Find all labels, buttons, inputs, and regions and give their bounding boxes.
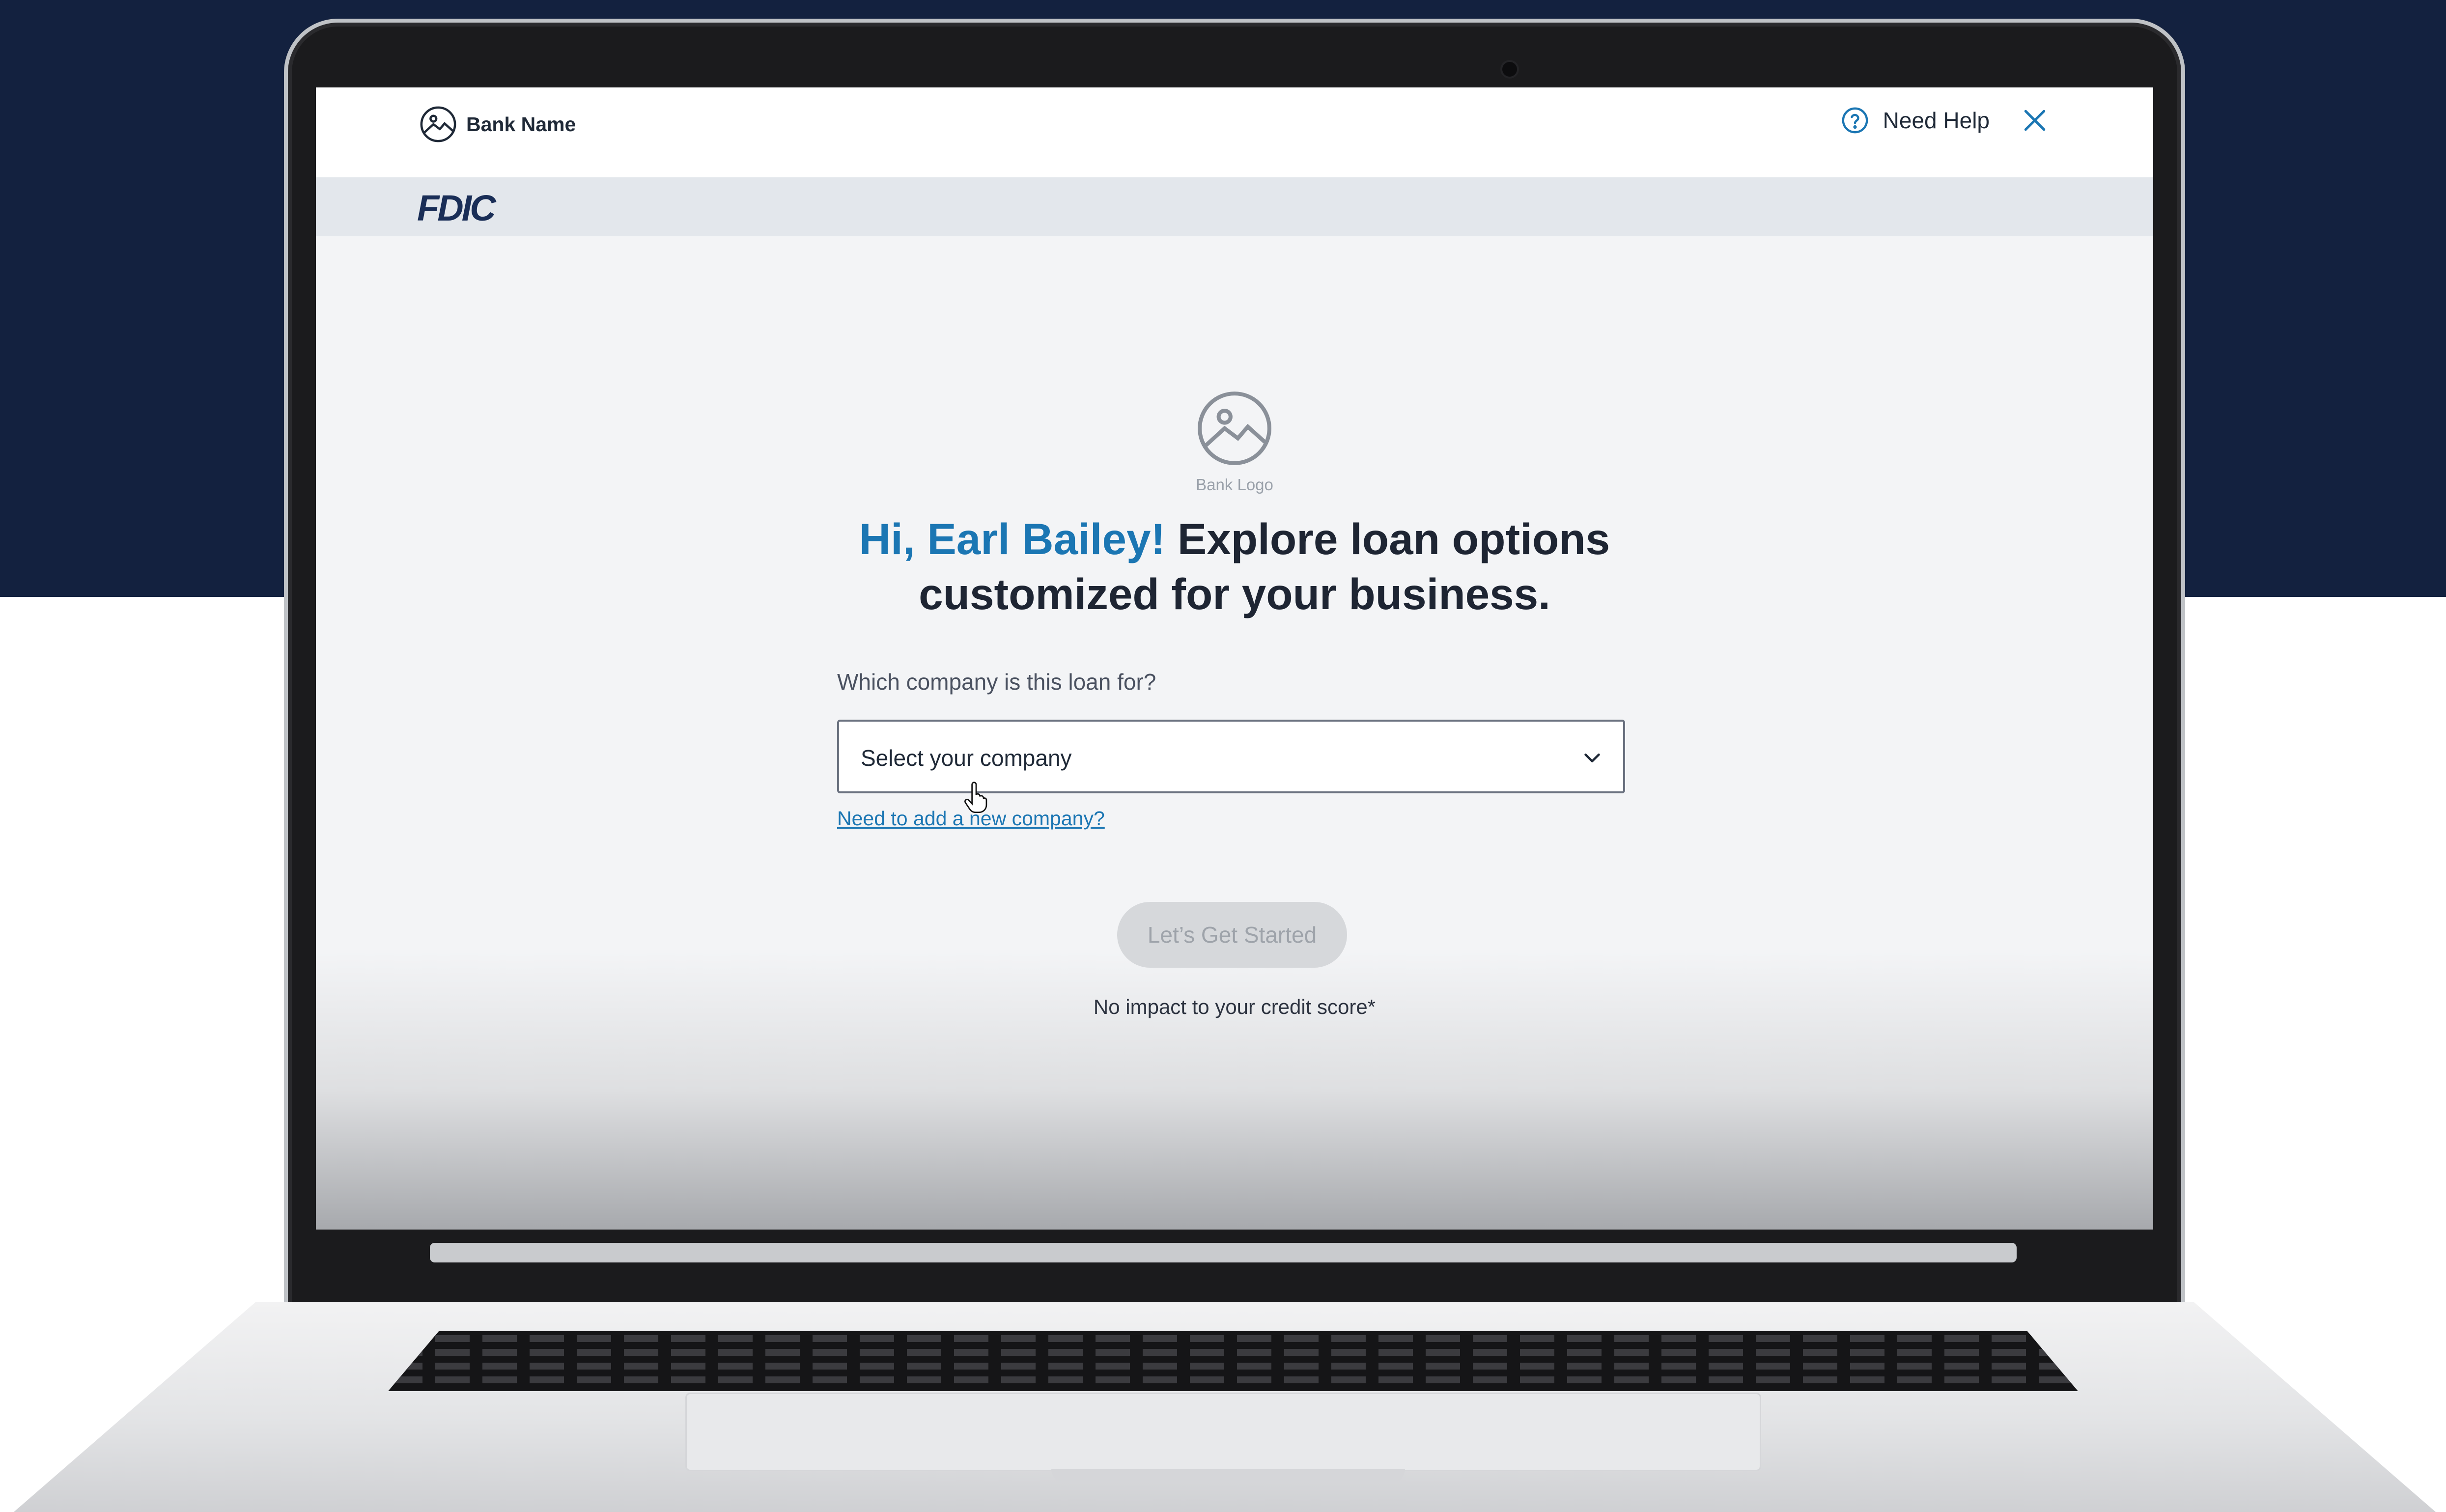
company-select-value: Select your company (861, 745, 1072, 771)
key-row (388, 1363, 2078, 1370)
image-placeholder-icon (1198, 392, 1271, 465)
key-row (388, 1376, 2078, 1383)
fdic-logo: FDIC (417, 188, 496, 228)
company-select[interactable]: Select your company (837, 720, 1625, 793)
laptop-trackpad (685, 1393, 1761, 1471)
credit-score-disclaimer: No impact to your credit score* (1093, 995, 1376, 1018)
bank-logo: Bank Logo (1185, 389, 1284, 494)
image-placeholder-icon (420, 106, 456, 142)
partner-bar: FDIC (316, 177, 2153, 236)
greeting: Hi, Earl Bailey! (859, 514, 1166, 563)
help-area: Need Help (1841, 106, 2049, 135)
main-content: Bank Logo Hi, Earl Bailey! Explore loan … (316, 236, 2153, 1230)
close-icon[interactable] (2021, 107, 2049, 134)
page-title: Hi, Earl Bailey! Explore loan options cu… (743, 511, 1726, 621)
chevron-down-icon (1584, 753, 1600, 762)
laptop-front-notch (1051, 1469, 1405, 1484)
bank-name: Bank Name (466, 112, 576, 136)
company-question-label: Which company is this loan for? (837, 669, 1156, 695)
laptop-hinge (430, 1243, 2017, 1262)
camera (1502, 62, 1517, 77)
laptop-screen: Bank Name Need Help FDIC Bank Logo Hi, E… (316, 87, 2153, 1230)
laptop-keyboard (388, 1331, 2078, 1391)
question-circle-icon[interactable] (1841, 106, 1869, 135)
bank-logo-caption: Bank Logo (1196, 476, 1273, 494)
top-bar: Bank Name Need Help (316, 87, 2153, 177)
key-row (388, 1349, 2078, 1356)
bank-brand: Bank Name (419, 105, 576, 143)
get-started-button[interactable]: Let’s Get Started (1117, 902, 1347, 968)
need-help-link[interactable]: Need Help (1883, 107, 1990, 134)
add-company-link[interactable]: Need to add a new company? (837, 807, 1105, 830)
key-row (388, 1335, 2078, 1342)
